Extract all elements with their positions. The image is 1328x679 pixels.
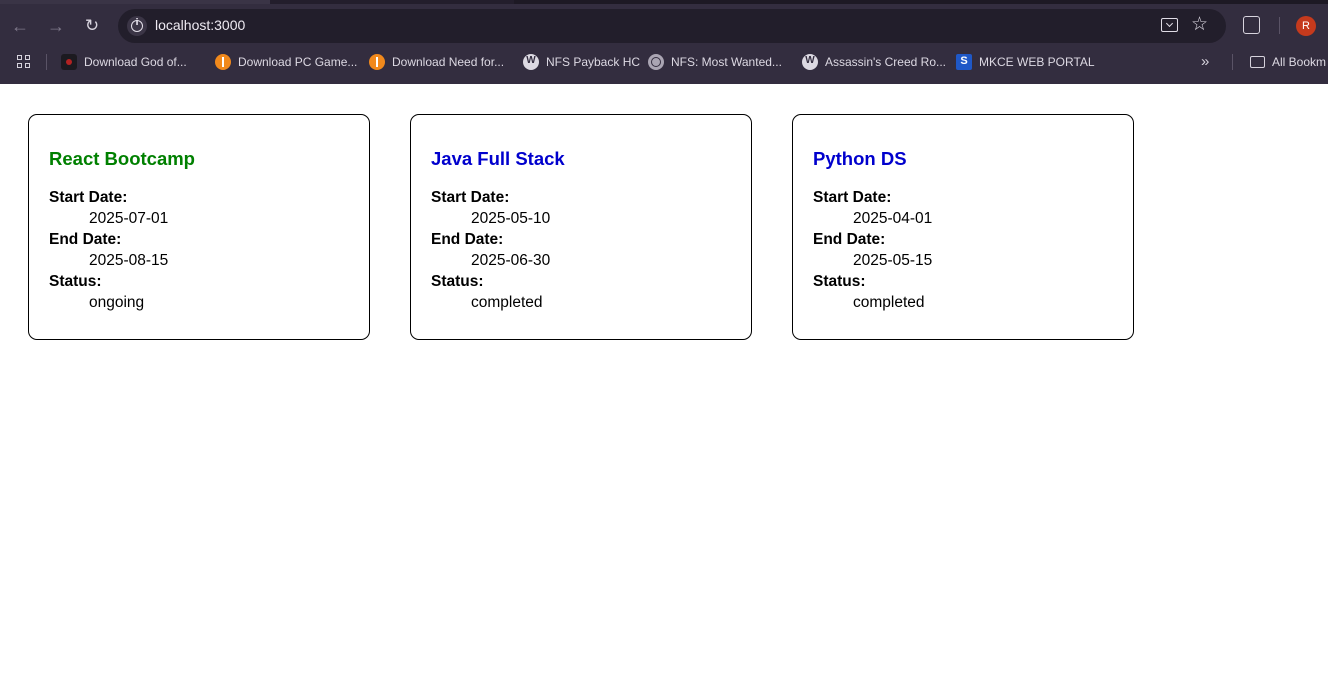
course-card: Python DS Start Date: 2025-04-01 End Dat… bbox=[792, 114, 1134, 340]
bookmark-label: NFS: Most Wanted... bbox=[671, 55, 782, 69]
bookmark-label: Download Need for... bbox=[392, 55, 505, 69]
course-card: Java Full Stack Start Date: 2025-05-10 E… bbox=[410, 114, 752, 340]
more-bookmarks-chevron-icon[interactable]: » bbox=[1201, 53, 1209, 70]
bookmark-item[interactable]: Assassin's Creed Ro... bbox=[802, 52, 946, 72]
end-date-label: End Date: bbox=[431, 231, 504, 248]
forward-arrow-icon[interactable]: → bbox=[44, 14, 68, 38]
bookmark-label: MKCE WEB PORTAL bbox=[979, 55, 1095, 69]
mkce-icon bbox=[956, 54, 972, 70]
folder-icon bbox=[1250, 56, 1265, 68]
bookmark-label: Assassin's Creed Ro... bbox=[825, 55, 947, 69]
extensions-icon[interactable] bbox=[1243, 16, 1260, 34]
status-label: Status: bbox=[813, 273, 866, 290]
bookmark-item[interactable]: MKCE WEB PORTAL bbox=[956, 52, 1095, 72]
start-date-value: 2025-04-01 bbox=[853, 210, 933, 227]
status-value: completed bbox=[471, 294, 543, 311]
end-date-value: 2025-05-15 bbox=[853, 252, 933, 269]
course-title: Python DS bbox=[813, 148, 907, 169]
bookmark-item[interactable]: Download God of... bbox=[61, 52, 187, 72]
globe-icon bbox=[648, 54, 664, 70]
profile-avatar[interactable]: R bbox=[1296, 16, 1316, 36]
course-title: Java Full Stack bbox=[431, 148, 565, 169]
bookmarks-divider bbox=[46, 54, 47, 70]
orange-info-icon bbox=[215, 54, 231, 70]
tab-strip bbox=[0, 0, 1328, 4]
bookmark-label: Download God of... bbox=[84, 55, 187, 69]
site-info-icon[interactable] bbox=[127, 16, 147, 36]
orange-info-icon bbox=[369, 54, 385, 70]
status-label: Status: bbox=[49, 273, 102, 290]
browser-chrome: ← → ↻ localhost:3000 ☆ R Download God of… bbox=[0, 0, 1328, 84]
bookmark-item[interactable]: Download PC Game... bbox=[215, 52, 357, 72]
end-date-label: End Date: bbox=[49, 231, 122, 248]
start-date-label: Start Date: bbox=[813, 189, 892, 206]
start-date-value: 2025-05-10 bbox=[471, 210, 551, 227]
end-date-value: 2025-06-30 bbox=[471, 252, 551, 269]
wordpress-icon bbox=[802, 54, 818, 70]
reload-icon[interactable]: ↻ bbox=[80, 14, 104, 38]
all-bookmarks-button[interactable]: All Bookm bbox=[1250, 52, 1326, 72]
toolbar-divider bbox=[1279, 17, 1280, 34]
end-date-label: End Date: bbox=[813, 231, 886, 248]
all-bookmarks-label: All Bookm bbox=[1272, 55, 1327, 69]
address-bar[interactable]: localhost:3000 ☆ bbox=[118, 9, 1226, 43]
bookmarks-divider bbox=[1232, 54, 1233, 70]
bookmark-label: NFS Payback HC bbox=[546, 55, 641, 69]
status-value: completed bbox=[853, 294, 925, 311]
back-arrow-icon[interactable]: ← bbox=[8, 14, 32, 38]
status-value: ongoing bbox=[89, 294, 145, 311]
apps-grid-icon[interactable] bbox=[17, 55, 31, 69]
course-title: React Bootcamp bbox=[49, 148, 195, 169]
wordpress-icon bbox=[523, 54, 539, 70]
bookmark-item[interactable]: NFS: Most Wanted... bbox=[648, 52, 782, 72]
start-date-label: Start Date: bbox=[431, 189, 510, 206]
start-date-label: Start Date: bbox=[49, 189, 128, 206]
start-date-value: 2025-07-01 bbox=[89, 210, 169, 227]
bookmark-star-icon[interactable]: ☆ bbox=[1191, 14, 1208, 36]
end-date-value: 2025-08-15 bbox=[89, 252, 169, 269]
status-label: Status: bbox=[431, 273, 484, 290]
url-text[interactable]: localhost:3000 bbox=[155, 17, 245, 33]
install-app-icon[interactable] bbox=[1161, 18, 1178, 32]
bookmark-label: Download PC Game... bbox=[238, 55, 358, 69]
bookmark-item[interactable]: NFS Payback HC bbox=[523, 52, 640, 72]
god-of-war-icon bbox=[61, 54, 77, 70]
active-tab[interactable] bbox=[0, 0, 270, 4]
course-card: React Bootcamp Start Date: 2025-07-01 En… bbox=[28, 114, 370, 340]
bookmark-item[interactable]: Download Need for... bbox=[369, 52, 504, 72]
inactive-tab[interactable] bbox=[514, 0, 1328, 4]
